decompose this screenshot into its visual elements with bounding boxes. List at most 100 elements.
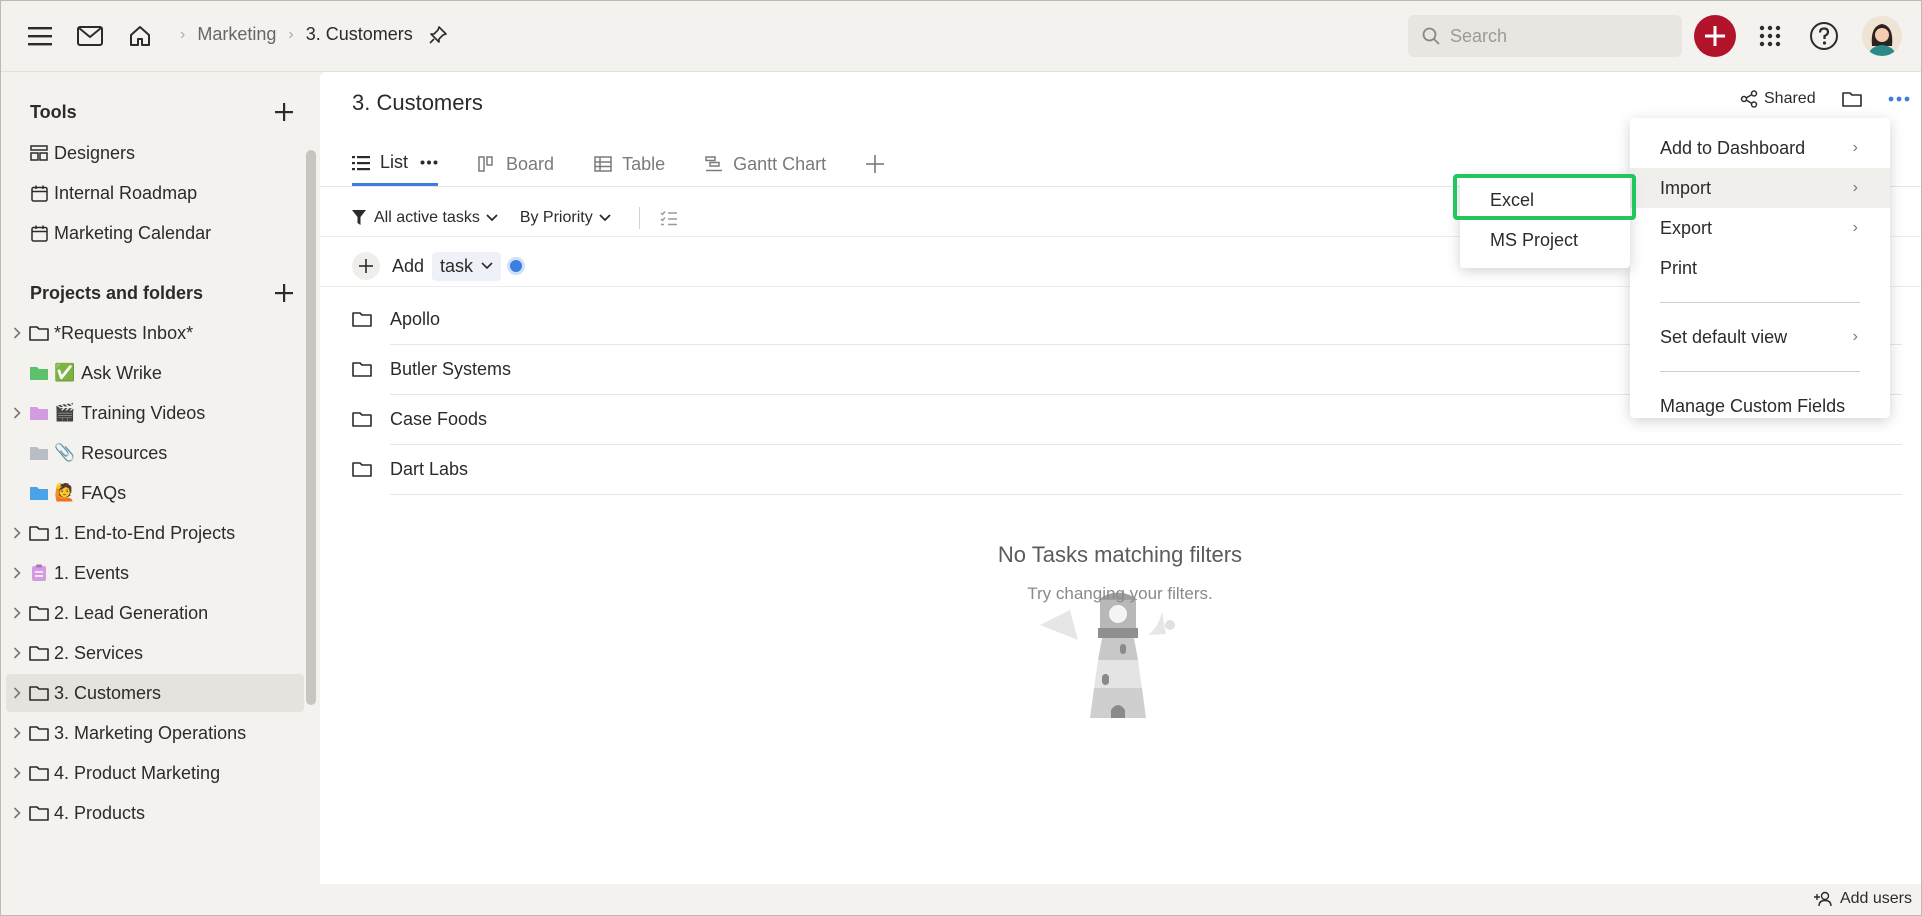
sidebar-scrollbar[interactable] [306,150,316,705]
empty-state: No Tasks matching filters Try changing y… [960,542,1280,604]
apps-grid-icon[interactable] [1752,18,1788,54]
tab-list[interactable]: List [352,142,439,186]
view-tabs: List Board Table Gantt Chart [352,142,924,190]
tab-label: Gantt Chart [733,153,827,174]
sidebar-item-project[interactable]: 2. Lead Generation [6,594,304,632]
folder-outline-icon [28,602,50,624]
plus-icon [866,155,885,173]
add-project-plus-icon[interactable] [272,281,296,305]
breadcrumb-marketing[interactable]: Marketing [197,24,276,45]
chevron-right-icon[interactable] [6,687,28,699]
empty-state-subtitle: Try changing your filters. [1027,584,1213,603]
chevron-right-icon[interactable] [6,567,28,579]
sidebar-item-project[interactable]: 🙋 FAQs [6,474,304,512]
projects-heading: Projects and folders [30,283,204,303]
folder-row[interactable]: Dart Labs [352,444,1892,494]
avatar[interactable] [1862,16,1902,56]
folder-gray-icon [28,442,50,464]
chevron-right-icon[interactable] [6,407,28,419]
sidebar-item-project[interactable]: 4. Product Marketing [6,754,304,792]
divider [638,207,640,229]
top-bar: › Marketing › 3. Customers [0,0,1922,72]
shared-button[interactable]: Shared [1740,90,1816,108]
chevron-right-icon[interactable] [6,647,28,659]
sort-dropdown[interactable]: By Priority [520,209,611,227]
sidebar-item-project[interactable]: 4. Products [6,794,304,832]
filter-icon [352,210,366,225]
pin-icon[interactable] [429,25,447,44]
tab-more-icon[interactable] [420,160,438,165]
tab-label: Table [622,153,666,174]
folder-name: Dart Labs [390,458,469,479]
search-box[interactable] [1408,15,1682,57]
status-filter-label: All active tasks [374,209,480,226]
sidebar-item-project[interactable]: 🎬 Training Videos [6,394,304,432]
folder-icon[interactable] [1841,91,1862,107]
menu-item-manage-custom-fields[interactable]: Manage Custom Fields [1630,386,1890,426]
add-users-button[interactable]: Add users [1813,890,1912,908]
folder-outline-icon [28,802,50,824]
add-tool-plus-icon[interactable] [272,100,296,124]
hamburger-icon[interactable] [22,18,58,54]
tab-board[interactable]: Board [478,142,554,186]
sidebar-item-project[interactable]: ✅ Ask Wrike [6,354,304,392]
menu-item-print[interactable]: Print [1630,248,1890,288]
help-icon[interactable] [1806,18,1842,54]
folder-outline-icon [28,762,50,784]
checklist-icon[interactable] [660,210,678,226]
menu-item-label: Add to Dashboard [1660,137,1806,158]
folder-icon [352,311,378,327]
chevron-right-icon[interactable] [6,767,28,779]
add-task-button[interactable] [352,252,380,280]
status-dot[interactable] [507,257,526,275]
status-filter-dropdown[interactable]: All active tasks [352,209,498,227]
tab-gantt-chart[interactable]: Gantt Chart [705,142,826,186]
menu-divider [1660,371,1860,372]
sidebar-item-designers[interactable]: Designers [6,134,304,172]
menu-item-export[interactable]: Export › [1630,208,1890,248]
add-label[interactable]: Add [392,256,424,277]
sidebar-item-project[interactable]: 1. End-to-End Projects [6,514,304,552]
add-view-button[interactable] [866,142,885,186]
chevron-right-icon[interactable] [6,527,28,539]
sidebar-item-internal-roadmap[interactable]: Internal Roadmap [6,174,304,212]
tab-label: List [380,152,409,172]
sidebar-item-project[interactable]: 2. Services [6,634,304,672]
chevron-right-icon[interactable] [6,327,28,339]
sidebar-item-label: FAQs [81,482,127,503]
sidebar-item-project[interactable]: 3. Marketing Operations [6,714,304,752]
search-input[interactable] [1450,25,1670,47]
chevron-right-icon[interactable] [6,607,28,619]
menu-item-set-default-view[interactable]: Set default view › [1630,317,1890,357]
item-type-label: task [440,255,474,276]
sidebar-item-project[interactable]: 1. Events [6,554,304,592]
empty-state-title: No Tasks matching filters [997,542,1243,567]
footer-bar: Add users [320,884,1922,916]
breadcrumb: › Marketing › 3. Customers [168,24,447,45]
emoji-icon: ✅ [54,363,76,382]
breadcrumb-current[interactable]: 3. Customers [306,24,413,45]
more-options-icon[interactable] [1888,96,1910,102]
item-type-dropdown[interactable]: task [432,251,502,281]
sidebar-item-project[interactable]: *Requests Inbox* [6,314,304,352]
sidebar-item-label: 3. Customers [54,682,162,703]
folder-outline-icon [28,642,50,664]
sidebar-item-label: Designers [54,142,136,163]
submenu-item-ms-project[interactable]: MS Project [1460,220,1630,260]
sidebar-item-label: 1. Events [54,562,130,583]
chevron-right-icon[interactable] [6,727,28,739]
mail-icon[interactable] [72,18,108,54]
tab-table[interactable]: Table [594,142,665,186]
sidebar-item-marketing-calendar[interactable]: Marketing Calendar [6,214,304,252]
sidebar-item-project[interactable]: 3. Customers [6,674,304,712]
create-new-button[interactable] [1694,15,1736,57]
menu-item-import[interactable]: Import › [1630,168,1890,208]
tools-heading: Tools [30,102,77,122]
sidebar-item-project[interactable]: 📎 Resources [6,434,304,472]
sidebar-item-label: Marketing Calendar [54,222,212,243]
plus-icon [1705,26,1725,46]
home-icon[interactable] [122,18,158,54]
folder-blue-icon [28,482,50,504]
menu-item-add-to-dashboard[interactable]: Add to Dashboard › [1630,128,1890,168]
chevron-right-icon[interactable] [6,807,28,819]
